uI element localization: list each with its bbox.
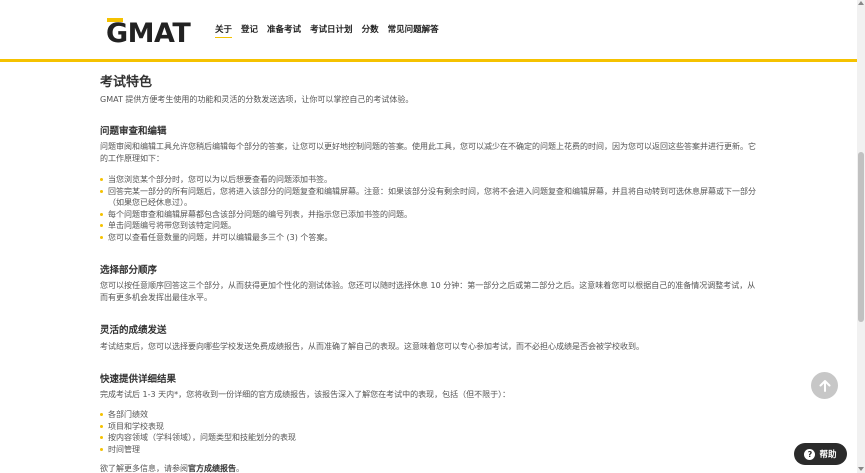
arrow-up-icon	[819, 379, 830, 392]
site-header: GMAT 关于 登记 准备考试 考试日计划 分数 常见问题解答	[0, 0, 857, 62]
nav-item-faq[interactable]: 常见问题解答	[388, 24, 439, 38]
list-item: 按内容领域（学科领域），问题类型和技能划分的表现	[100, 432, 760, 444]
page-intro: GMAT 提供方便考生使用的功能和灵活的分数发送选项，让你可以掌控自己的考试体验…	[100, 95, 414, 104]
section-heading-order: 选择部分顺序	[100, 265, 158, 276]
section-text-review: 问题审阅和编辑工具允许您稍后编辑每个部分的答案，让您可以更好地控制问题的答案。使…	[100, 142, 756, 163]
list-item: 各部门绩效	[100, 409, 760, 421]
results-bullet-list: 各部门绩效 项目和学校表现 按内容领域（学科领域），问题类型和技能划分的表现 时…	[100, 409, 760, 455]
list-item: 您可以查看任意数量的问题，并可以编辑最多三个 (3) 个答案。	[100, 232, 760, 244]
score-report-link[interactable]: 官方成绩报告	[188, 464, 236, 473]
list-item: 时间管理	[100, 444, 760, 456]
nav-item-scores[interactable]: 分数	[362, 24, 379, 38]
section-text-score-sending: 考试结束后，您可以选择要向哪些学校发送免费成绩报告，从而准确了解自己的表现。这意…	[100, 342, 644, 351]
list-item: 项目和学校表现	[100, 421, 760, 433]
back-to-top-button[interactable]	[811, 372, 838, 399]
main-nav: 关于 登记 准备考试 考试日计划 分数 常见问题解答	[215, 24, 448, 38]
scroll-thumb[interactable]	[858, 152, 864, 322]
nav-item-test-day[interactable]: 考试日计划	[310, 24, 353, 38]
gmat-logo[interactable]: GMAT	[106, 18, 192, 50]
scroll-up-arrow[interactable]	[858, 1, 864, 5]
nav-item-register[interactable]: 登记	[241, 24, 258, 38]
list-item: 每个问题审查和编辑屏幕都包含该部分问题的编号列表，并指示您已添加书签的问题。	[100, 209, 760, 221]
help-label: 帮助	[819, 450, 837, 460]
list-item: 回答完某一部分的所有问题后，您将进入该部分的问题复查和编辑屏幕。注意：如果该部分…	[100, 186, 760, 209]
page-title: 考试特色	[100, 75, 153, 90]
review-bullet-list: 当您浏览某个部分时，您可以为以后想要查看的问题添加书签。 回答完某一部分的所有问…	[100, 174, 760, 244]
list-item: 当您浏览某个部分时，您可以为以后想要查看的问题添加书签。	[100, 174, 760, 186]
section-heading-review: 问题审查和编辑	[100, 126, 167, 137]
question-icon: ?	[804, 448, 816, 460]
nav-item-about[interactable]: 关于	[215, 24, 233, 38]
help-button[interactable]: ? 帮助	[794, 443, 847, 465]
footer-more-info: 欲了解更多信息，请参阅官方成绩报告。	[100, 464, 244, 473]
list-item: 单击问题编号将带您到该特定问题。	[100, 220, 760, 232]
logo-text: GMAT	[106, 18, 191, 49]
page-scrollbar[interactable]	[857, 0, 865, 473]
section-heading-results: 快速提供详细结果	[100, 374, 177, 385]
section-heading-score-sending: 灵活的成绩发送	[100, 325, 167, 336]
header-accent-line	[0, 59, 857, 62]
section-text-order: 您可以按任意顺序回答这三个部分，从而获得更加个性化的测试体验。您还可以随时选择休…	[100, 281, 756, 302]
section-text-results: 完成考试后 1-3 天内*，您将收到一份详细的官方成绩报告，该报告深入了解您在考…	[100, 390, 511, 399]
nav-item-prepare[interactable]: 准备考试	[267, 24, 301, 38]
scroll-down-arrow[interactable]	[858, 467, 864, 471]
